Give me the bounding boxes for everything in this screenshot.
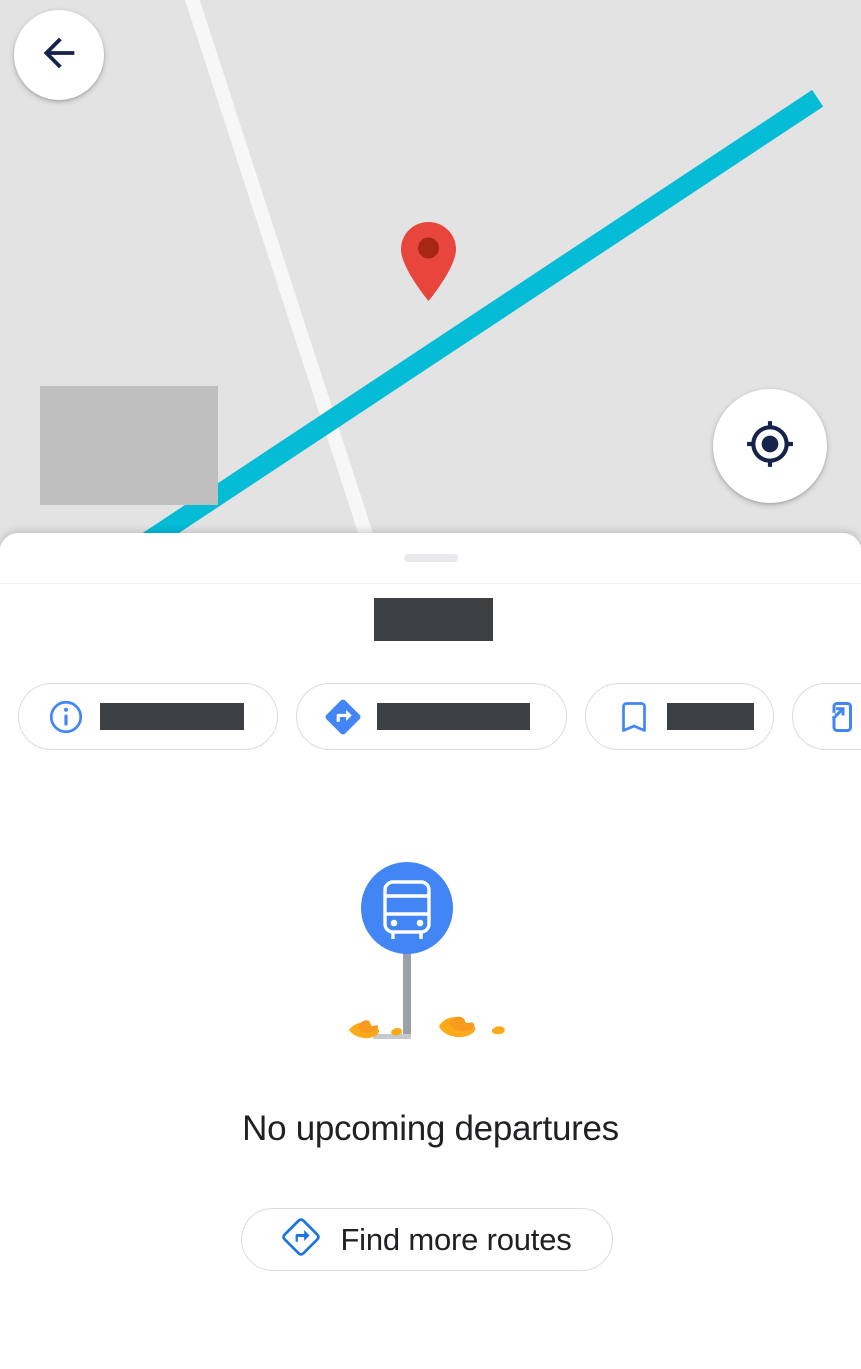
directions-icon — [324, 698, 362, 736]
my-location-button[interactable] — [713, 389, 827, 503]
chip-save-label-redacted — [667, 703, 754, 730]
sheet-drag-handle[interactable] — [403, 554, 458, 562]
back-button[interactable] — [14, 10, 104, 100]
bus-stop-sign-illustration — [331, 858, 521, 1048]
map-building-block — [40, 386, 218, 505]
chip-directions-label-redacted — [377, 703, 530, 730]
chip-save[interactable] — [585, 683, 774, 750]
map-marker-pin[interactable] — [400, 222, 457, 302]
chip-info[interactable] — [18, 683, 278, 750]
send-to-phone-icon — [819, 699, 855, 735]
find-more-routes-button[interactable]: Find more routes — [241, 1208, 613, 1271]
sheet-divider — [0, 583, 861, 584]
place-title-redacted — [374, 598, 493, 641]
my-location-crosshair-icon — [745, 419, 795, 474]
chip-info-label-redacted — [100, 703, 244, 730]
map-water-line — [120, 89, 824, 545]
arrow-back-icon — [36, 30, 82, 81]
info-circle-icon — [47, 698, 85, 736]
chip-send-to-phone[interactable] — [792, 683, 861, 750]
leaves-decoration — [349, 1016, 505, 1039]
bookmark-icon — [616, 699, 652, 735]
maps-transit-stop-screen: No upcoming departures Find more routes — [0, 0, 861, 1369]
chip-directions[interactable] — [296, 683, 567, 750]
empty-state-title: No upcoming departures — [242, 1109, 619, 1148]
map-canvas[interactable] — [0, 0, 861, 545]
action-chip-row[interactable] — [0, 683, 861, 750]
directions-outline-icon — [282, 1218, 321, 1261]
find-more-routes-label: Find more routes — [340, 1221, 572, 1257]
